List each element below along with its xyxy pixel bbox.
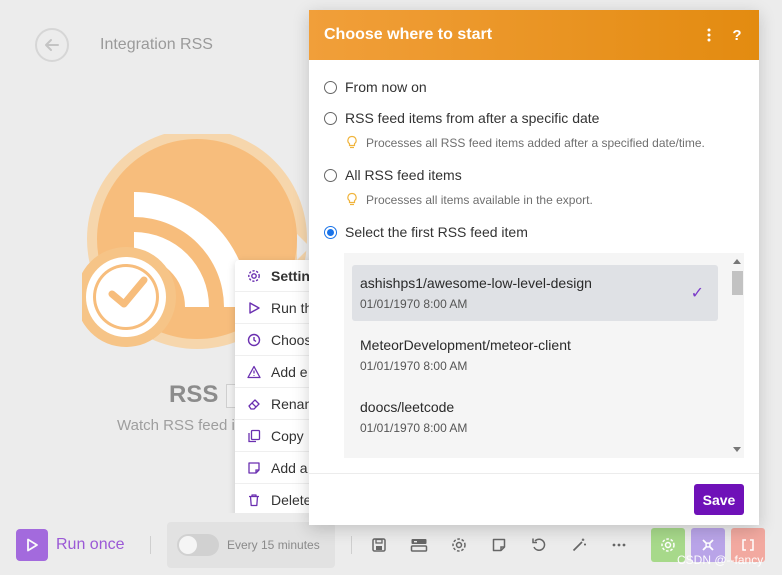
option-all-items[interactable]: All RSS feed items xyxy=(324,167,462,183)
bracket-icon xyxy=(742,539,754,551)
option-label: Select the first RSS feed item xyxy=(345,224,528,240)
option-after-date[interactable]: RSS feed items from after a specific dat… xyxy=(324,110,599,126)
eraser-icon xyxy=(246,396,262,412)
run-once-button[interactable] xyxy=(16,529,48,561)
scroll-up-icon[interactable] xyxy=(733,259,741,264)
menu-item-label: Add e xyxy=(271,363,308,380)
more-icon[interactable] xyxy=(607,533,631,557)
scroll-down-icon[interactable] xyxy=(733,447,741,452)
watermark: CSDN @--fancy xyxy=(677,553,764,567)
radio-button[interactable] xyxy=(324,111,337,125)
toolbar-divider xyxy=(150,536,151,554)
checkmark-icon: ✓ xyxy=(690,285,704,302)
lightbulb-icon xyxy=(346,135,358,150)
module-subtitle: Watch RSS feed it xyxy=(117,417,239,434)
save-button[interactable]: Save xyxy=(694,484,744,515)
run-once-label[interactable]: Run once xyxy=(56,536,125,554)
back-button[interactable] xyxy=(35,28,69,62)
scheduling-icon[interactable] xyxy=(407,533,431,557)
undo-icon[interactable] xyxy=(527,533,551,557)
option-from-now-on[interactable]: From now on xyxy=(324,79,427,95)
radio-button-checked[interactable] xyxy=(324,225,337,239)
trash-icon xyxy=(246,492,262,508)
menu-item-label: Run th xyxy=(271,299,313,316)
save-icon[interactable] xyxy=(367,533,391,557)
gear-icon[interactable] xyxy=(447,533,471,557)
option-label: RSS feed items from after a specific dat… xyxy=(345,110,600,126)
copy-icon xyxy=(246,428,262,444)
kebab-menu-icon[interactable] xyxy=(703,26,715,44)
help-icon[interactable]: ? xyxy=(731,26,743,44)
play-icon xyxy=(246,300,262,316)
schedule-toggle[interactable] xyxy=(177,534,219,556)
module-title: RSS xyxy=(169,381,219,408)
feed-item-list: ashishps1/awesome-low-level-design 01/01… xyxy=(344,253,744,458)
scroll-thumb[interactable] xyxy=(732,271,743,295)
option-hint: Processes all RSS feed items added after… xyxy=(346,135,705,150)
list-item[interactable]: MeteorDevelopment/meteor-client 01/01/19… xyxy=(352,327,718,383)
magic-wand-icon[interactable] xyxy=(567,533,591,557)
option-label: All RSS feed items xyxy=(345,167,462,183)
lightbulb-icon xyxy=(346,192,358,207)
tools-icon xyxy=(702,539,714,551)
dialog-header: Choose where to start xyxy=(309,10,759,60)
warning-icon xyxy=(246,364,262,380)
dialog-footer: Save xyxy=(309,473,759,525)
list-item[interactable]: ashishps1/awesome-low-level-design 01/01… xyxy=(352,265,718,321)
menu-item-label: Delete xyxy=(271,492,312,508)
page-title: Integration RSS xyxy=(100,36,213,53)
clock-icon xyxy=(246,332,262,348)
option-select-first-item[interactable]: Select the first RSS feed item xyxy=(324,224,528,240)
radio-button[interactable] xyxy=(324,80,337,94)
arrow-left-icon xyxy=(45,39,59,51)
notes-icon[interactable] xyxy=(487,533,511,557)
radio-button[interactable] xyxy=(324,168,337,182)
toolbar-divider xyxy=(351,536,352,554)
choose-start-dialog: Choose where to start ? From now on RSS … xyxy=(309,10,759,525)
list-scrollbar[interactable] xyxy=(730,253,744,458)
list-item[interactable]: doocs/leetcode 01/01/1970 8:00 AM xyxy=(352,389,718,445)
schedule-control: Every 15 minutes xyxy=(167,522,335,568)
note-icon xyxy=(246,460,262,476)
menu-item-label: Add a xyxy=(271,459,308,476)
option-label: From now on xyxy=(345,79,427,95)
menu-item-label: Settin xyxy=(271,267,310,284)
menu-item-label: Choos xyxy=(271,331,312,348)
menu-item-label: Copy xyxy=(271,427,304,444)
menu-item-label: Renan xyxy=(271,395,313,412)
schedule-label[interactable]: Every 15 minutes xyxy=(227,538,320,552)
option-hint: Processes all items available in the exp… xyxy=(346,192,593,207)
dialog-title: Choose where to start xyxy=(324,26,493,43)
gear-icon xyxy=(246,268,262,284)
gear-icon xyxy=(661,538,675,552)
play-icon xyxy=(27,538,38,552)
